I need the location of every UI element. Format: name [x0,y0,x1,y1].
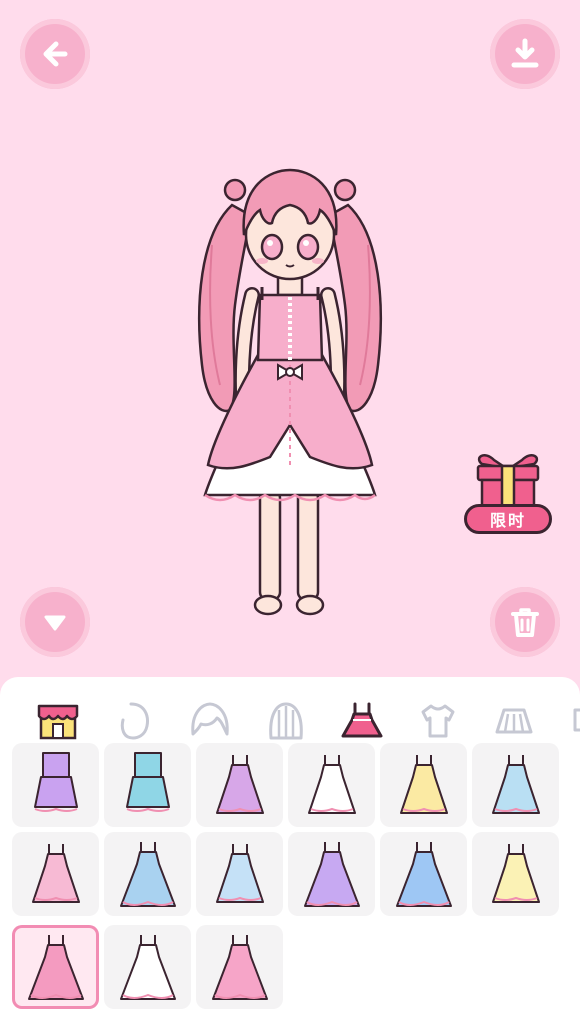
dressup-stage: 限时 [0,0,580,690]
hair-front-icon [191,702,229,736]
category-back-hair[interactable] [248,691,324,751]
clothing-item[interactable] [472,832,559,916]
clothing-item[interactable] [288,832,375,916]
clothing-thumbnail [307,755,356,814]
category-shorts[interactable] [552,691,580,751]
clothing-item[interactable] [288,743,375,827]
clothing-item[interactable] [12,743,99,827]
clothing-thumbnail [215,755,264,814]
clothing-item[interactable] [380,832,467,916]
clothing-thumbnail [31,844,80,903]
shirt-icon [421,704,455,738]
clothing-item[interactable] [104,832,191,916]
limited-offer-label: 限时 [464,504,552,534]
clothing-item[interactable] [196,743,283,827]
collapse-panel-button[interactable] [20,587,90,657]
clothing-item[interactable] [104,925,191,1009]
category-top[interactable] [400,691,476,751]
clothing-thumbnail [395,842,452,907]
shop-icon [37,704,79,740]
category-dress[interactable] [324,691,400,751]
hair-back-icon [269,702,303,740]
clothing-item[interactable] [12,832,99,916]
save-button[interactable] [490,19,560,89]
clothing-thumbnail [399,755,448,814]
shorts-icon [573,708,580,732]
clothing-thumbnail [491,755,540,814]
category-shop[interactable] [20,691,96,751]
delete-button[interactable] [490,587,560,657]
dress-icon [341,702,383,738]
face-icon [120,702,149,740]
clothing-item[interactable] [380,743,467,827]
wardrobe-panel [0,677,580,1031]
clothing-thumbnail [119,935,176,1000]
clothing-thumbnail [125,752,170,812]
clothing-item[interactable] [196,925,283,1009]
clothing-item[interactable] [104,743,191,827]
clothing-thumbnail [119,842,176,907]
clothing-thumbnail [491,844,540,903]
limited-offer-button[interactable]: 限时 [460,450,556,540]
clothing-thumbnail [27,935,84,1000]
download-icon [511,38,539,68]
back-button[interactable] [20,19,90,89]
clothing-item[interactable] [196,832,283,916]
skirt-icon [495,708,533,734]
character-avatar [198,168,382,616]
trash-icon [511,608,539,637]
chevron-down-icon [44,615,66,631]
arrow-left-icon [43,41,68,67]
gift-box-icon [476,454,540,508]
clothing-thumbnail [303,842,360,907]
clothing-item[interactable] [12,925,99,1009]
clothing-thumbnail [215,844,264,903]
clothing-thumbnail [211,935,268,1000]
category-front-hair[interactable] [172,691,248,751]
category-skirt[interactable] [476,691,552,751]
category-face[interactable] [96,691,172,751]
clothing-item[interactable] [472,743,559,827]
clothing-thumbnail [33,752,78,812]
